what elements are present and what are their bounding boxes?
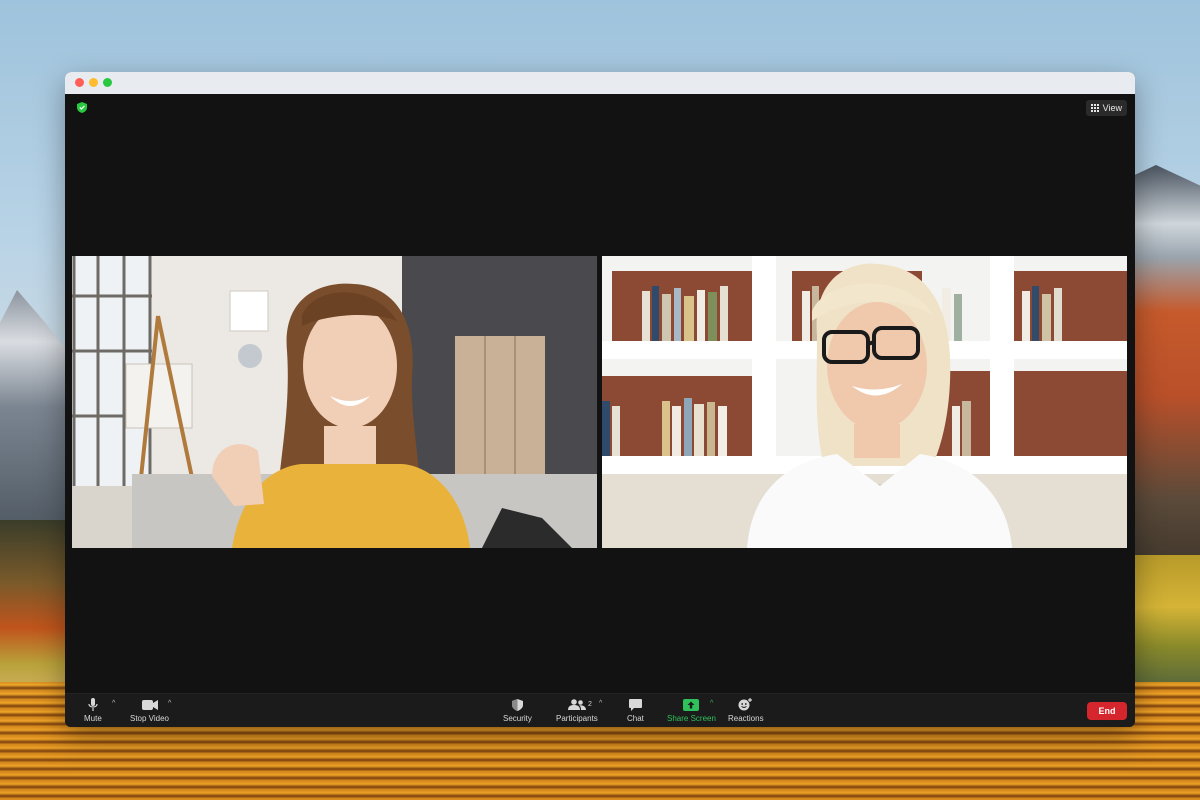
close-window-button[interactable] — [75, 78, 84, 87]
smiley-plus-icon — [738, 697, 753, 712]
video-stage: View — [65, 94, 1135, 694]
end-meeting-button[interactable]: End — [1087, 702, 1127, 720]
stop-video-label: Stop Video — [130, 714, 169, 723]
participant-video-left[interactable] — [72, 256, 597, 548]
grid-view-icon — [1090, 104, 1099, 112]
video-options-chevron-icon[interactable]: ^ — [168, 700, 171, 707]
audio-options-chevron-icon[interactable]: ^ — [112, 700, 115, 707]
encrypted-shield-icon[interactable] — [77, 102, 87, 113]
view-button[interactable]: View — [1085, 100, 1127, 116]
title-bar — [65, 72, 1135, 95]
participant-video-right[interactable] — [602, 256, 1127, 548]
chat-label: Chat — [627, 714, 644, 723]
participants-label: Participants — [556, 714, 598, 723]
chat-button[interactable]: Chat — [627, 697, 644, 723]
share-screen-button[interactable]: Share Screen — [667, 697, 716, 723]
share-screen-label: Share Screen — [667, 714, 716, 723]
mute-label: Mute — [84, 714, 102, 723]
chat-bubble-icon — [628, 697, 642, 712]
participants-count-badge: 2 — [588, 701, 592, 708]
participants-icon — [567, 697, 586, 712]
video-camera-icon — [141, 697, 158, 712]
meeting-window: View Mute ^ Stop Video ^ Security Partic… — [65, 72, 1135, 727]
zoom-window-button[interactable] — [103, 78, 112, 87]
share-options-chevron-icon[interactable]: ^ — [710, 700, 713, 707]
share-screen-icon — [683, 697, 700, 712]
participant-video-left-frame — [72, 256, 597, 548]
participant-video-right-frame — [602, 256, 1127, 548]
minimize-window-button[interactable] — [89, 78, 98, 87]
microphone-icon — [88, 697, 98, 712]
wallpaper-trees-right — [1125, 555, 1200, 685]
stop-video-button[interactable]: Stop Video — [130, 697, 169, 723]
wallpaper-trees-left — [0, 520, 75, 700]
view-button-label: View — [1102, 103, 1122, 113]
reactions-button[interactable]: Reactions — [728, 697, 764, 723]
shield-icon — [511, 697, 523, 712]
reactions-label: Reactions — [728, 714, 764, 723]
security-label: Security — [503, 714, 532, 723]
security-button[interactable]: Security — [503, 697, 532, 723]
mute-button[interactable]: Mute — [84, 697, 102, 723]
participants-options-chevron-icon[interactable]: ^ — [599, 700, 602, 707]
meeting-toolbar: Mute ^ Stop Video ^ Security Participant… — [65, 693, 1135, 727]
